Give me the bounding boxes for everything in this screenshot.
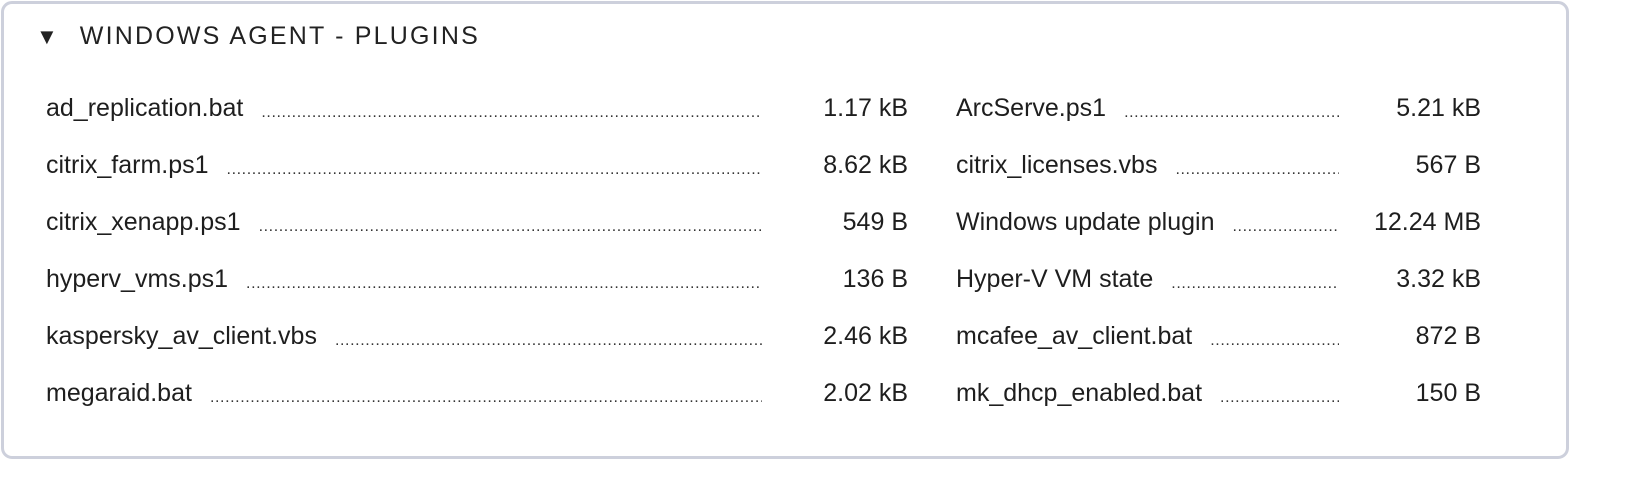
plugin-row: megaraid.bat............................…: [46, 365, 908, 422]
plugin-name: kaspersky_av_client.vbs: [46, 322, 317, 350]
dot-leader: ........................................…: [1232, 217, 1339, 235]
dot-leader: ........................................…: [209, 388, 762, 406]
plugin-size: 549 B: [842, 208, 908, 236]
section-header[interactable]: ▼ WINDOWS AGENT - PLUGINS: [36, 22, 480, 51]
dot-leader: ........................................…: [1175, 160, 1339, 178]
plugin-name: hyperv_vms.ps1: [46, 265, 229, 293]
plugin-name: ArcServe.ps1: [956, 94, 1107, 122]
plugin-row: citrix_licenses.vbs.....................…: [956, 137, 1481, 194]
plugins-section: ▼ WINDOWS AGENT - PLUGINS ad_replication…: [1, 1, 1569, 459]
plugin-name: Windows update plugin: [956, 208, 1215, 236]
plugin-size: 12.24 MB: [1373, 208, 1481, 236]
plugin-row: kaspersky_av_client.vbs.................…: [46, 308, 908, 365]
plugin-row: mcafee_av_client.bat....................…: [956, 308, 1481, 365]
plugin-name: Hyper-V VM state: [956, 265, 1154, 293]
plugin-name: ad_replication.bat: [46, 94, 244, 122]
plugin-name: mk_dhcp_enabled.bat: [956, 379, 1203, 407]
plugin-row: citrix_farm.ps1.........................…: [46, 137, 908, 194]
plugin-size: 5.21 kB: [1396, 94, 1481, 122]
section-title: WINDOWS AGENT - PLUGINS: [79, 22, 480, 50]
plugin-row: Windows update plugin...................…: [956, 194, 1481, 251]
plugin-size: 872 B: [1415, 322, 1481, 350]
dot-leader: ........................................…: [334, 331, 762, 349]
plugin-size: 8.62 kB: [823, 151, 908, 179]
dot-leader: ........................................…: [1220, 388, 1340, 406]
dot-leader: ........................................…: [246, 274, 762, 292]
triangle-down-icon[interactable]: ▼: [36, 24, 58, 50]
plugin-row: Hyper-V VM state........................…: [956, 251, 1481, 308]
plugin-size: 136 B: [842, 265, 908, 293]
dot-leader: ........................................…: [261, 103, 763, 121]
dot-leader: ........................................…: [1210, 331, 1339, 349]
plugin-size: 1.17 kB: [823, 94, 908, 122]
dot-leader: ........................................…: [1171, 274, 1339, 292]
plugin-column-left: ad_replication.bat......................…: [46, 80, 908, 422]
dot-leader: ........................................…: [1124, 103, 1340, 121]
plugin-name: citrix_farm.ps1: [46, 151, 209, 179]
plugin-size: 567 B: [1415, 151, 1481, 179]
plugin-row: citrix_xenapp.ps1.......................…: [46, 194, 908, 251]
dot-leader: ........................................…: [226, 160, 762, 178]
plugin-name: citrix_xenapp.ps1: [46, 208, 241, 236]
plugin-column-right: ArcServe.ps1............................…: [956, 80, 1481, 422]
plugin-size: 2.02 kB: [823, 379, 908, 407]
plugin-size: 3.32 kB: [1396, 265, 1481, 293]
plugin-name: citrix_licenses.vbs: [956, 151, 1158, 179]
plugin-row: ad_replication.bat......................…: [46, 80, 908, 137]
plugin-name: megaraid.bat: [46, 379, 192, 407]
plugin-row: ArcServe.ps1............................…: [956, 80, 1481, 137]
plugin-size: 2.46 kB: [823, 322, 908, 350]
plugin-row: mk_dhcp_enabled.bat.....................…: [956, 365, 1481, 422]
plugin-row: hyperv_vms.ps1..........................…: [46, 251, 908, 308]
plugin-name: mcafee_av_client.bat: [956, 322, 1193, 350]
dot-leader: ........................................…: [258, 217, 762, 235]
plugin-size: 150 B: [1415, 379, 1481, 407]
